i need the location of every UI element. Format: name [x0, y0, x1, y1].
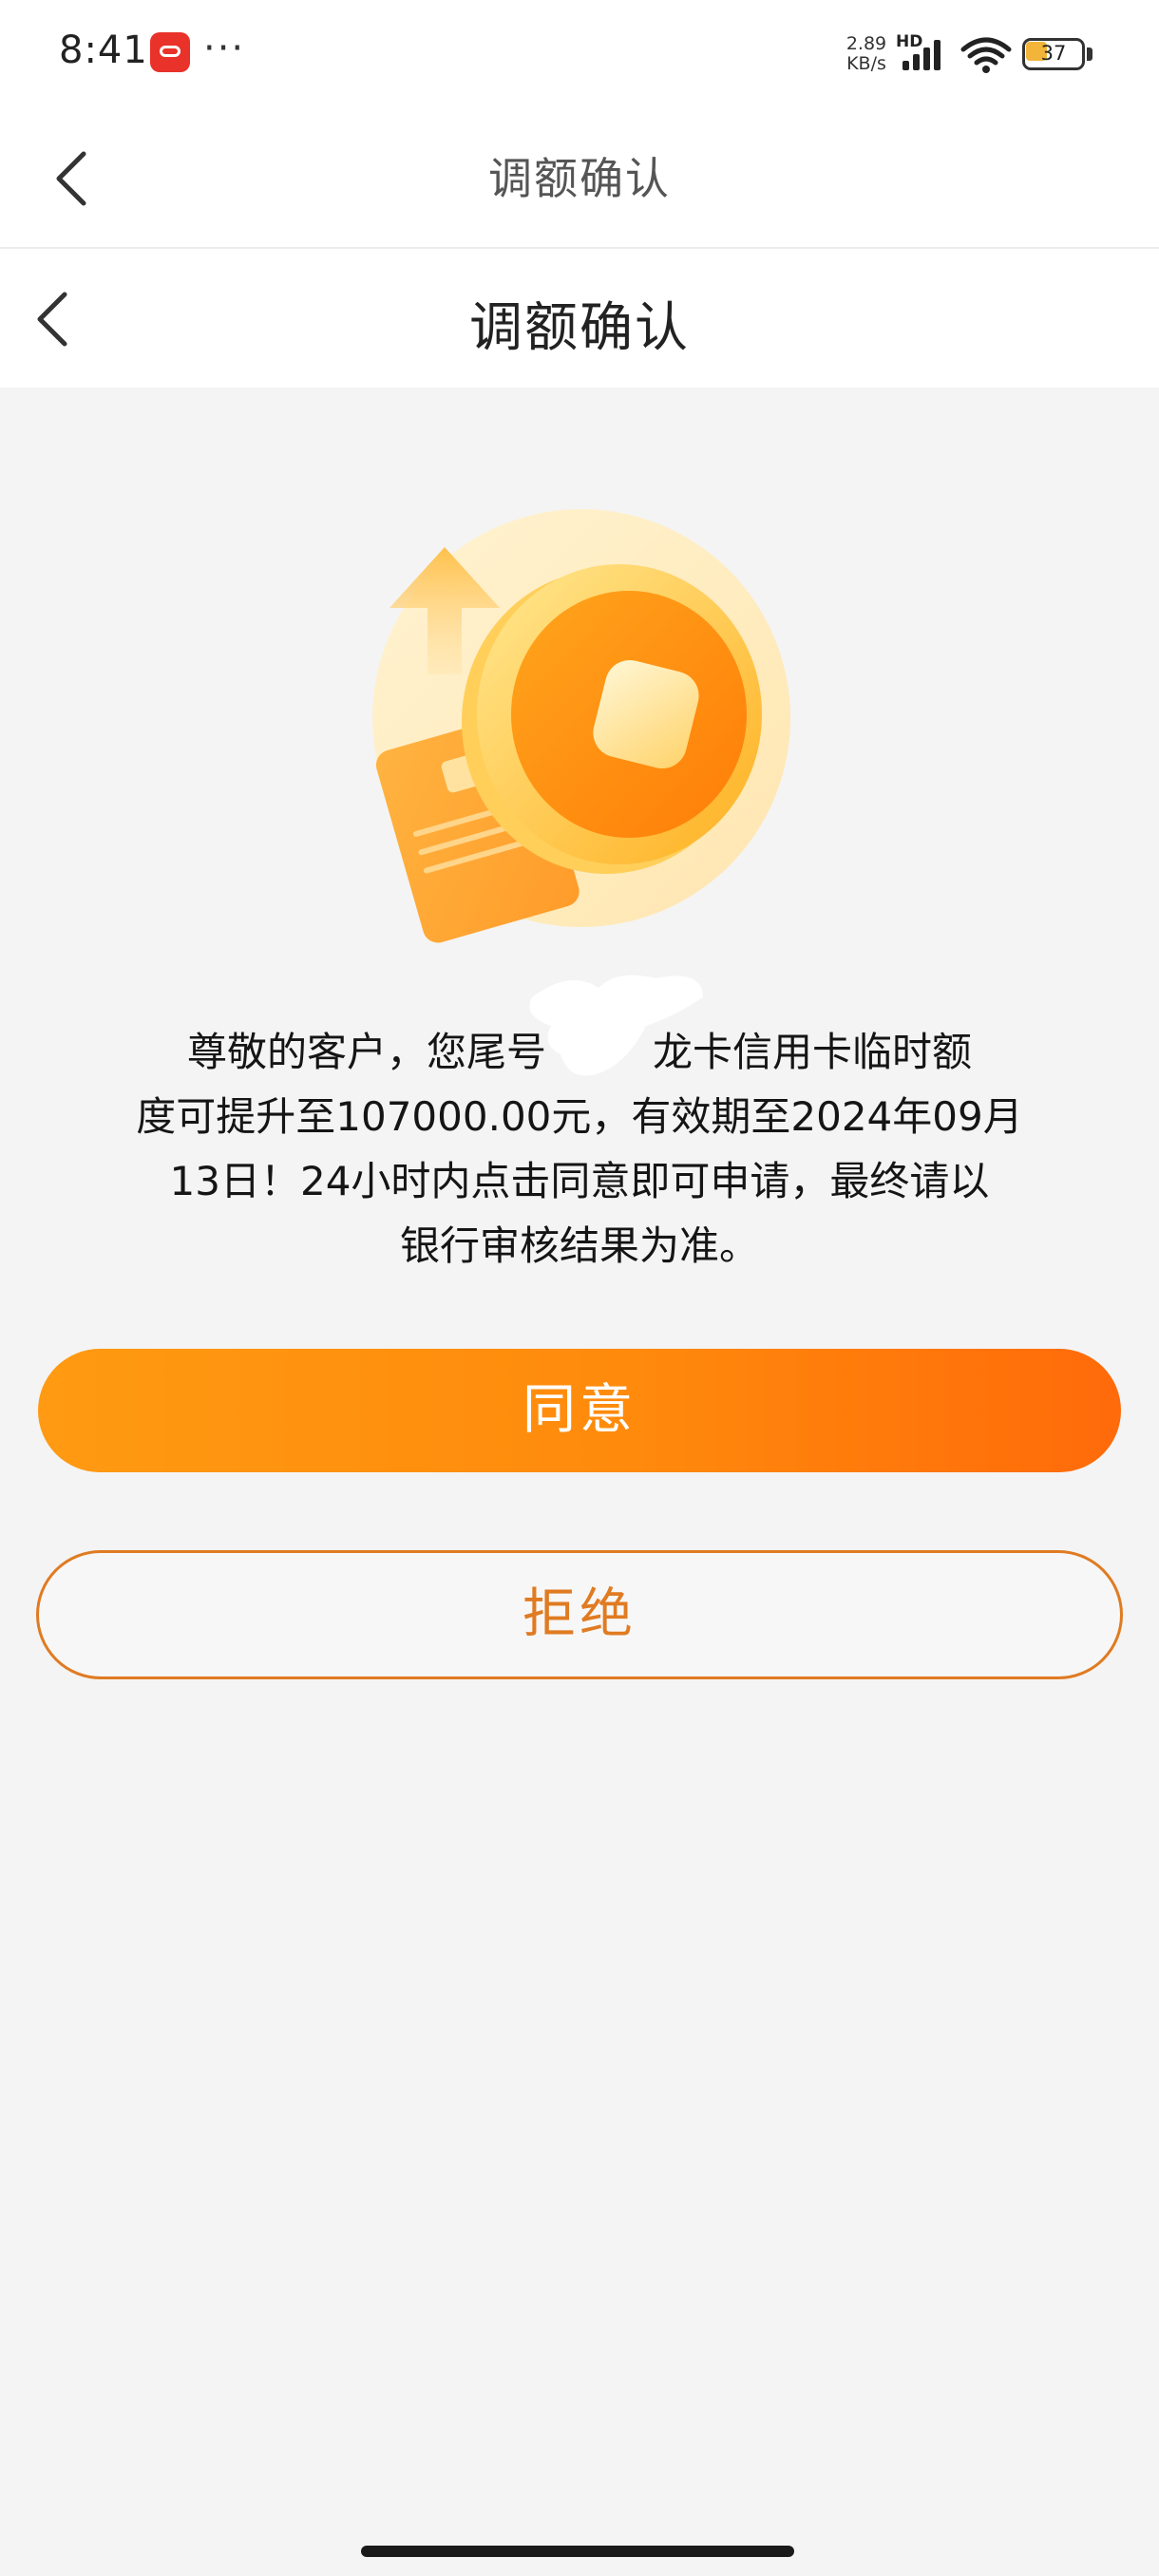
inner-page-title: 调额确认: [469, 297, 690, 359]
status-time: 8:41: [59, 28, 148, 72]
outer-nav-bar: 调额确认: [0, 106, 1159, 249]
battery-icon: 37: [1022, 38, 1094, 70]
inner-nav-bar: 调额确认: [0, 249, 1159, 388]
network-speed-unit: KB/s: [846, 53, 886, 74]
status-bar: 8:41 ··· 2.89 KB/s HD 37: [0, 0, 1159, 106]
wifi-icon: [960, 37, 1012, 73]
credit-limit-illustration: [372, 509, 790, 943]
masked-card-number: [546, 1032, 653, 1078]
battery-level: 37: [1040, 42, 1067, 65]
network-speed: 2.89 KB/s: [840, 34, 893, 74]
more-notifications-icon: ···: [203, 27, 246, 70]
credit-limit-message: 尊敬的客户，您尾号 龙卡信用卡临时额 度可提升至107000.00元，有效期至20…: [104, 1020, 1054, 1279]
home-indicator[interactable]: [361, 2546, 794, 2557]
signal-icon: [902, 40, 940, 70]
message-line4: 银行审核结果为准。: [399, 1222, 759, 1269]
outer-page-title: 调额确认: [488, 153, 671, 204]
message-line1-suffix: 龙卡信用卡临时额: [653, 1029, 973, 1075]
message-line2: 度可提升至107000.00元，有效期至2024年09月: [136, 1093, 1023, 1140]
agree-button[interactable]: 同意: [38, 1349, 1121, 1472]
app-notification-icon: [150, 32, 190, 72]
message-line1-prefix: 尊敬的客户，您尾号: [186, 1029, 546, 1075]
network-speed-value: 2.89: [846, 33, 887, 54]
message-line3: 13日！24小时内点击同意即可申请，最终请以: [169, 1158, 990, 1204]
reject-button[interactable]: 拒绝: [36, 1550, 1123, 1679]
